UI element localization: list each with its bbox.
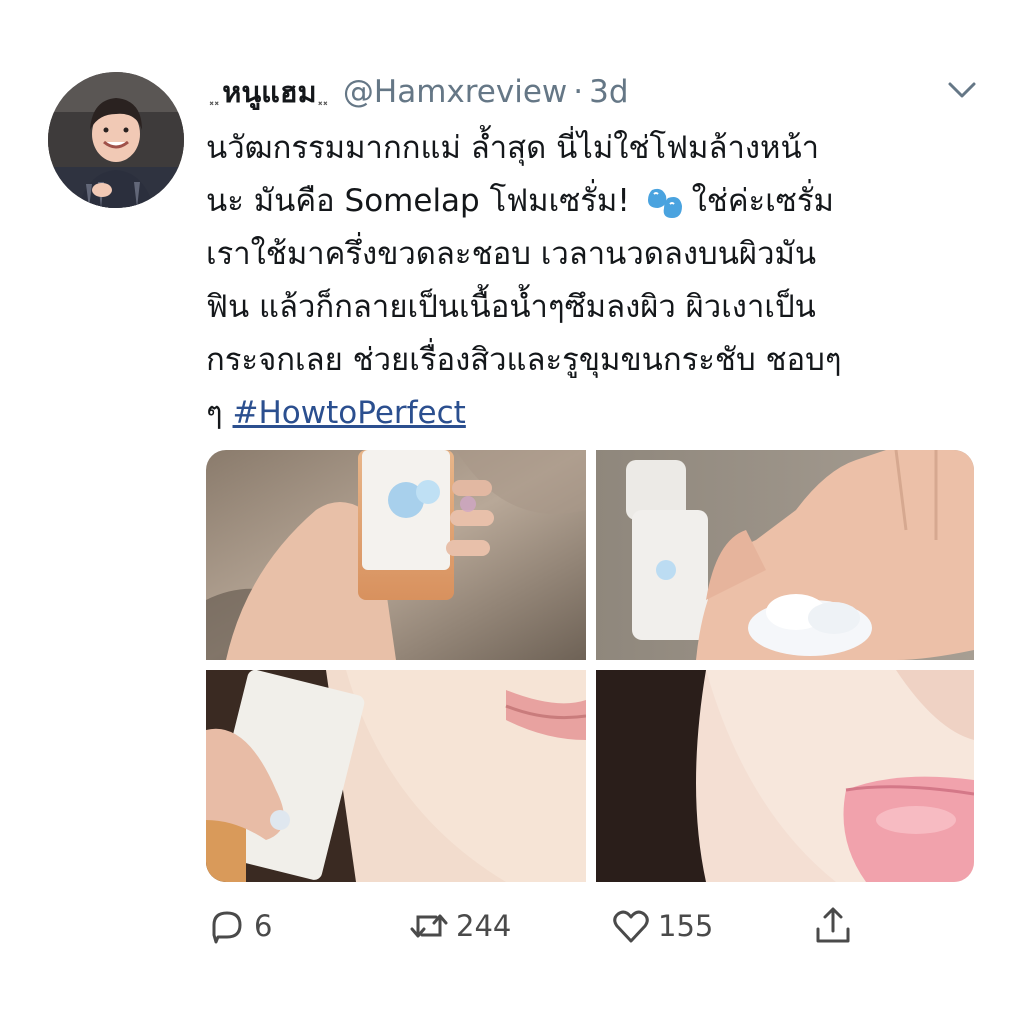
avatar-image (48, 72, 184, 208)
photo-foam-on-palm[interactable] (596, 450, 974, 660)
tweet-actions: 6 244 155 (0, 900, 1024, 952)
tweet-text-segment: นะ มันคือ Somelap โฟมเซรั่ม! (206, 183, 630, 219)
hashtag-link[interactable]: #HowtoPerfect (233, 395, 466, 431)
tweet-text-line: นะ มันคือ Somelap โฟมเซรั่ม! ใช่ค่ะเซรั่… (206, 175, 986, 228)
display-name[interactable]: หนูแฮม (222, 69, 316, 115)
like-icon (613, 910, 649, 943)
separator-dot: · (573, 74, 584, 110)
share-button[interactable] (812, 900, 854, 952)
tweet-text-segment: ๆ (206, 395, 223, 431)
tweet-text: นวัฒกรรมมากกแม่ ล้ำสุด นี่ไม่ใช่โฟมล้างห… (206, 122, 986, 440)
tweet-text-line: ๆ #HowtoPerfect (206, 387, 986, 440)
tweet-header: ⸼⸼ หนูแฮม ⸼⸼ @Hamxreview · 3d (208, 70, 629, 114)
share-icon (816, 907, 850, 943)
tweet-text-segment: ใช่ค่ะเซรั่ม (691, 183, 834, 219)
sparkle-decoration-right: ⸼⸼ (318, 81, 329, 106)
sweat-droplets-emoji (647, 188, 682, 218)
retweet-count: 244 (456, 909, 512, 943)
tweet-timestamp[interactable]: 3d (589, 74, 628, 110)
tweet-text-line: เราใช้มาครึ่งขวดละชอบ เวลานวดลงบนผิวมัน (206, 236, 817, 272)
photo-lips-closeup[interactable] (596, 670, 974, 882)
user-handle[interactable]: @Hamxreview (343, 74, 567, 110)
retweet-button[interactable]: 244 (408, 900, 511, 952)
sparkle-decoration-left: ⸼⸼ (210, 81, 221, 106)
photo-hand-holding-bottle[interactable] (206, 450, 586, 660)
media-grid (206, 450, 974, 882)
photo-cheek-with-bottle[interactable] (206, 670, 586, 882)
chevron-down-icon[interactable] (944, 76, 980, 104)
tweet-text-line: ฟิน แล้วก็กลายเป็นเนื้อน้ำๆซึมลงผิว ผิวเ… (206, 289, 816, 325)
avatar[interactable] (48, 72, 184, 208)
like-count: 155 (658, 909, 714, 943)
tweet-text-line: นวัฒกรรมมากกแม่ ล้ำสุด นี่ไม่ใช่โฟมล้างห… (206, 130, 820, 166)
tweet-text-line: กระจกเลย ช่วยเรื่องสิวและรูขุมขนกระชับ ช… (206, 342, 842, 378)
like-button[interactable]: 155 (610, 900, 713, 952)
retweet-icon (410, 914, 448, 938)
reply-count: 6 (254, 909, 273, 943)
reply-icon (212, 911, 242, 944)
reply-button[interactable]: 6 (206, 900, 272, 952)
